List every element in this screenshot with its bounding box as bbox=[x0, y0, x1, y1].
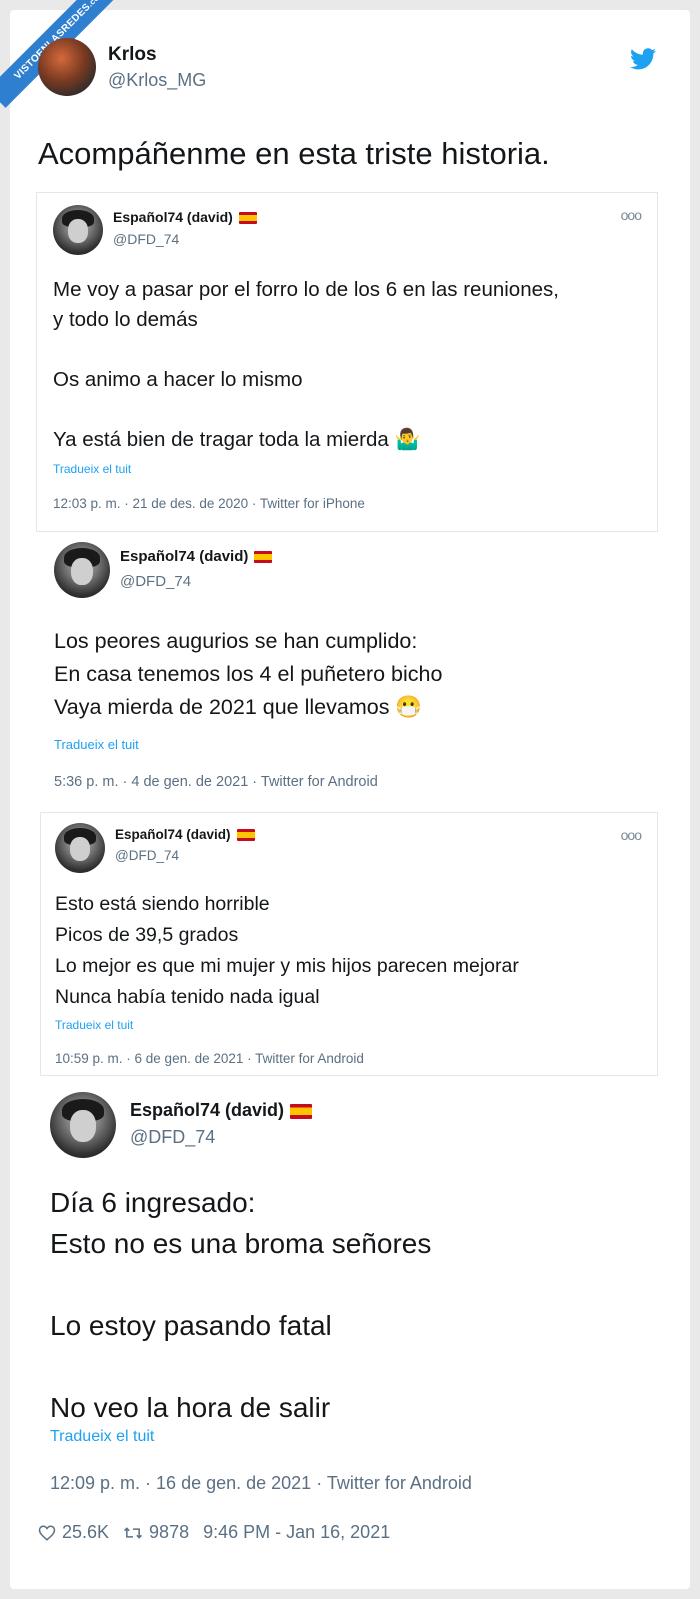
quoted-text: Esto está siendo horrible Picos de 39,5 … bbox=[55, 889, 519, 1013]
quoted-tweet-4[interactable]: Español74 (david) @DFD_74 Día 6 ingresad… bbox=[36, 1080, 656, 1500]
quoted-tweet-2[interactable]: Español74 (david) @DFD_74 Los peores aug… bbox=[38, 532, 656, 802]
tweet-stats: 25.6K 9878 9:46 PM - Jan 16, 2021 bbox=[38, 1522, 390, 1543]
quoted-line: No veo la hora de salir bbox=[50, 1392, 331, 1423]
quoted-name[interactable]: Español74 (david) bbox=[120, 548, 273, 565]
quoted-tweet-1[interactable]: Español74 (david) @DFD_74 ooo Me voy a p… bbox=[36, 192, 658, 532]
quoted-meta[interactable]: 12:09 p. m. · 16 de gen. de 2021 · Twitt… bbox=[50, 1473, 472, 1494]
quoted-line: En casa tenemos los 4 el puñetero bicho bbox=[54, 662, 443, 686]
quoted-line: Esto no es una broma señores bbox=[50, 1228, 432, 1259]
retweet-icon[interactable] bbox=[123, 1525, 143, 1541]
tweet-text: Acompáñenme en esta triste historia. bbox=[38, 136, 550, 171]
quoted-line: Ya está bien de tragar toda la mierda 🤷‍… bbox=[53, 428, 421, 451]
author-name[interactable]: Krlos bbox=[108, 44, 157, 66]
quoted-line: Lo mejor es que mi mujer y mis hijos par… bbox=[55, 955, 519, 977]
quoted-name[interactable]: Español74 (david) bbox=[113, 209, 257, 225]
quoted-line: Los peores augurios se han cumplido: bbox=[54, 629, 418, 653]
quoted-text: Me voy a pasar por el forro lo de los 6 … bbox=[53, 275, 559, 455]
quoted-tweet-3[interactable]: Español74 (david) @DFD_74 ooo Esto está … bbox=[40, 812, 658, 1076]
quoted-line: y todo lo demás bbox=[53, 308, 198, 331]
quoted-handle[interactable]: @DFD_74 bbox=[120, 573, 191, 590]
quoted-line: Os animo a hacer lo mismo bbox=[53, 368, 303, 391]
quoted-line: Lo estoy pasando fatal bbox=[50, 1310, 332, 1341]
quoted-line: Esto está siendo horrible bbox=[55, 893, 270, 915]
quoted-line-blank bbox=[50, 1264, 431, 1305]
spain-flag-icon bbox=[290, 1103, 313, 1119]
quoted-meta[interactable]: 10:59 p. m. · 6 de gen. de 2021 · Twitte… bbox=[55, 1051, 364, 1066]
translate-link[interactable]: Tradueix el tuit bbox=[54, 737, 139, 752]
quoted-name-text: Español74 (david) bbox=[115, 827, 231, 842]
translate-link[interactable]: Tradueix el tuit bbox=[55, 1018, 133, 1032]
tweet-card: VISTOENLASREDES.com Krlos @Krlos_MG Acom… bbox=[0, 0, 690, 1589]
quoted-avatar[interactable] bbox=[50, 1092, 116, 1158]
quoted-line-blank bbox=[50, 1346, 431, 1387]
twitter-bird-icon[interactable] bbox=[630, 48, 656, 70]
spain-flag-icon bbox=[236, 829, 255, 842]
quoted-line: Me voy a pasar por el forro lo de los 6 … bbox=[53, 278, 559, 301]
quoted-name[interactable]: Español74 (david) bbox=[115, 827, 255, 842]
quoted-line: Nunca había tenido nada igual bbox=[55, 986, 320, 1008]
quoted-name-text: Español74 (david) bbox=[130, 1100, 285, 1120]
quoted-name-text: Español74 (david) bbox=[113, 209, 233, 225]
like-count[interactable]: 25.6K bbox=[62, 1522, 109, 1543]
more-options-icon[interactable]: ooo bbox=[621, 207, 642, 223]
quoted-name[interactable]: Español74 (david) bbox=[130, 1100, 313, 1121]
quoted-text: Día 6 ingresado: Esto no es una broma se… bbox=[50, 1182, 431, 1428]
quoted-avatar[interactable] bbox=[53, 205, 103, 255]
spain-flag-icon bbox=[238, 212, 257, 225]
quoted-handle[interactable]: @DFD_74 bbox=[130, 1127, 215, 1148]
quoted-line-blank bbox=[53, 335, 559, 365]
quoted-handle[interactable]: @DFD_74 bbox=[115, 848, 179, 863]
author-avatar[interactable] bbox=[38, 38, 96, 96]
quoted-avatar[interactable] bbox=[55, 823, 105, 873]
quoted-handle[interactable]: @DFD_74 bbox=[113, 231, 179, 247]
spain-flag-icon bbox=[254, 551, 273, 564]
heart-icon[interactable] bbox=[38, 1524, 56, 1542]
translate-link[interactable]: Tradueix el tuit bbox=[53, 462, 131, 476]
quoted-line: Picos de 39,5 grados bbox=[55, 924, 239, 946]
retweet-count[interactable]: 9878 bbox=[149, 1522, 189, 1543]
quoted-name-text: Español74 (david) bbox=[120, 548, 249, 565]
quoted-line: Día 6 ingresado: bbox=[50, 1187, 256, 1218]
quoted-text: Los peores augurios se han cumplido: En … bbox=[54, 625, 442, 724]
tweet-timestamp[interactable]: 9:46 PM - Jan 16, 2021 bbox=[203, 1522, 390, 1543]
translate-link[interactable]: Tradueix el tuit bbox=[50, 1428, 154, 1446]
author-handle[interactable]: @Krlos_MG bbox=[108, 70, 206, 91]
more-options-icon[interactable]: ooo bbox=[621, 827, 642, 843]
quoted-line-blank bbox=[53, 395, 559, 425]
quoted-meta[interactable]: 12:03 p. m. · 21 de des. de 2020 · Twitt… bbox=[53, 496, 365, 511]
quoted-meta[interactable]: 5:36 p. m. · 4 de gen. de 2021 · Twitter… bbox=[54, 774, 378, 790]
quoted-avatar[interactable] bbox=[54, 542, 110, 598]
quoted-line: Vaya mierda de 2021 que llevamos 😷 bbox=[54, 695, 423, 719]
